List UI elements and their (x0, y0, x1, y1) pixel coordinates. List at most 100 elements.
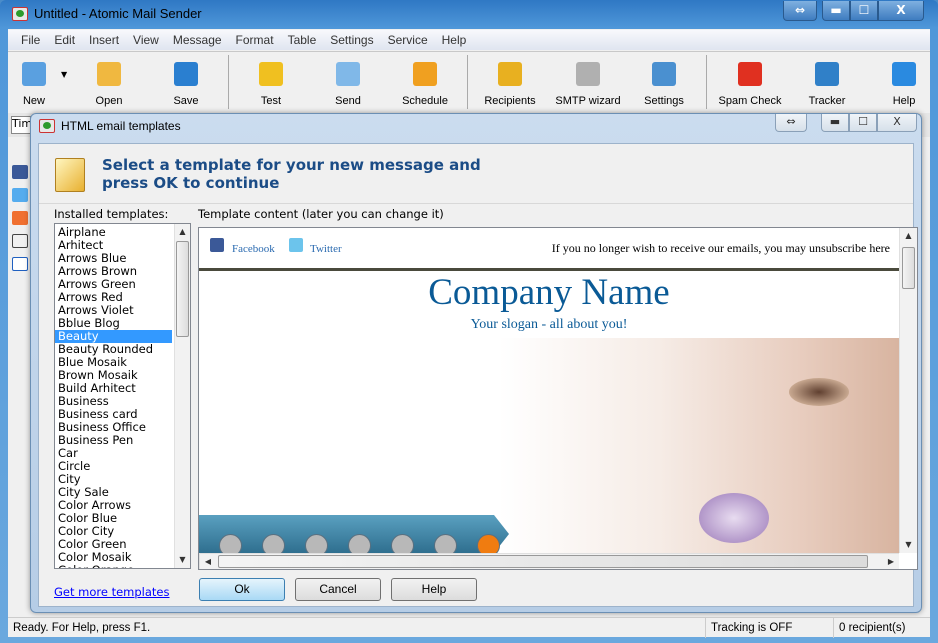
menu-edit[interactable]: Edit (47, 30, 82, 50)
resize-button[interactable]: ⇔ (783, 1, 817, 21)
templates-dialog: HTML email templates ⇔ ▬ ☐ X Select a te… (30, 113, 922, 613)
installed-templates-label: Installed templates: (54, 207, 169, 221)
template-preview: Facebook Twitter If you no longer wish t… (198, 227, 918, 570)
dialog-maximize-button[interactable]: ☐ (849, 114, 877, 132)
toolbar-send-button[interactable]: Send (308, 62, 388, 107)
toolbar-label: Test (260, 95, 282, 107)
code-braces-icon[interactable] (12, 234, 28, 248)
cancel-button[interactable]: Cancel (295, 578, 381, 601)
menu-message[interactable]: Message (166, 30, 229, 50)
preview-hscrollbar[interactable]: ◀ ▶ (199, 553, 899, 569)
dialog-app-icon (39, 119, 55, 133)
toolbar-label: New (22, 95, 45, 107)
toolbar-help-button[interactable]: Help (864, 62, 938, 107)
toolbar-open-button[interactable]: Open (69, 62, 149, 107)
unsubscribe-text[interactable]: If you no longer wish to receive our ema… (552, 241, 890, 256)
twitter-link[interactable]: Twitter (310, 243, 342, 255)
toolbar-new-button[interactable]: New (0, 62, 74, 107)
title-bar: Untitled - Atomic Mail Sender (12, 6, 202, 21)
toolbar-test-button[interactable]: Test (231, 62, 311, 107)
toolbar-save-button[interactable]: Save (146, 62, 226, 107)
dialog-minimize-button[interactable]: ▬ (821, 114, 849, 132)
help-button[interactable]: Help (391, 578, 477, 601)
smtp-server-icon (576, 62, 600, 86)
toolbar-tracker-button[interactable]: Tracker (787, 62, 867, 107)
menu-view[interactable]: View (126, 30, 166, 50)
toolbar-settings-button[interactable]: Settings (624, 62, 704, 107)
slogan: Your slogan - all about you! (470, 317, 628, 332)
preview-vscrollbar[interactable]: ▲ ▼ (899, 228, 917, 553)
template-list-item[interactable]: Color Orange (55, 564, 172, 569)
new-message-icon (22, 62, 46, 86)
google-icon[interactable] (12, 257, 28, 271)
toolbar-spam-check-button[interactable]: Spam Check (710, 62, 790, 107)
dialog-title: HTML email templates (61, 119, 181, 133)
menu-help[interactable]: Help (435, 30, 474, 50)
facebook-link[interactable]: Facebook (232, 243, 275, 255)
ok-button[interactable]: Ok (199, 578, 285, 601)
toolbar-label: Spam Check (718, 95, 782, 107)
open-folder-icon (97, 62, 121, 86)
send-mail-icon (336, 62, 360, 86)
company-name: Company Name (428, 272, 670, 313)
font-select[interactable]: Tim (11, 116, 31, 134)
side-icons (12, 165, 32, 280)
preview-scroll-left[interactable]: ◀ (200, 554, 216, 569)
toolbar-label: Send (335, 95, 361, 107)
dialog-close-button[interactable]: X (877, 114, 917, 132)
toolbar-label: Tracker (808, 95, 846, 107)
window-title: Untitled - Atomic Mail Sender (34, 6, 202, 21)
menu-table[interactable]: Table (281, 30, 324, 50)
minimize-button[interactable]: ▬ (822, 1, 850, 21)
spam-check-icon (738, 62, 762, 86)
dialog-resize-button[interactable]: ⇔ (775, 114, 807, 132)
preview-hscroll-thumb[interactable] (218, 555, 868, 568)
toolbar-smtp-wizard-button[interactable]: SMTP wizard (548, 62, 628, 107)
scroll-down-arrow[interactable]: ▼ (175, 552, 190, 568)
list-scrollbar[interactable]: ▲ ▼ (174, 224, 190, 568)
templates-listbox[interactable]: Airplane Arhitect Arrows Blue Arrows Brown A… (54, 223, 191, 569)
tracking-status: Tracking is OFF (705, 618, 835, 638)
facebook-icon (210, 238, 224, 252)
facebook-icon[interactable] (12, 165, 28, 179)
list-scroll-thumb[interactable] (176, 241, 189, 337)
menu-bar: File Edit Insert View Message Format Table Sett… (8, 30, 930, 50)
recipients-gear-icon (498, 62, 522, 86)
maximize-button[interactable]: ☐ (850, 1, 878, 21)
test-send-icon (259, 62, 283, 86)
toolbar-separator (706, 55, 707, 109)
save-disk-icon (174, 62, 198, 86)
dialog-instruction: Select a template for your new message a… (102, 156, 481, 192)
template-header-icon (55, 158, 85, 192)
preview-scroll-right[interactable]: ▶ (883, 554, 899, 569)
app-icon (12, 6, 28, 21)
scroll-up-arrow[interactable]: ▲ (175, 224, 190, 240)
twitter-icon[interactable] (12, 188, 28, 202)
preview-scroll-down[interactable]: ▼ (900, 537, 917, 553)
status-message: Ready. For Help, press F1. (13, 622, 151, 634)
dialog-title-bar: HTML email templates (39, 119, 181, 133)
twitter-icon (289, 238, 303, 252)
close-button[interactable]: X (878, 1, 924, 21)
toolbar-separator (467, 55, 468, 109)
preview-scroll-up[interactable]: ▲ (900, 228, 917, 244)
toolbar-recipients-button[interactable]: Recipients (470, 62, 550, 107)
toolbar-label: Schedule (402, 95, 448, 107)
settings-gear-icon (652, 62, 676, 86)
menu-file[interactable]: File (14, 30, 47, 50)
toolbar-label: SMTP wizard (555, 95, 621, 107)
toolbar-separator (228, 55, 229, 109)
toolbar-label: Open (95, 95, 123, 107)
menu-settings[interactable]: Settings (323, 30, 380, 50)
toolbar-schedule-button[interactable]: Schedule (385, 62, 465, 107)
toolbar-label: Help (892, 95, 916, 107)
help-question-icon (892, 62, 916, 86)
mail-icon[interactable] (12, 211, 28, 225)
menu-service[interactable]: Service (381, 30, 435, 50)
get-more-templates-link[interactable]: Get more templates (54, 585, 170, 599)
menu-format[interactable]: Format (229, 30, 281, 50)
menu-insert[interactable]: Insert (82, 30, 126, 50)
new-dropdown-arrow[interactable]: ▼ (61, 70, 67, 79)
preview-vscroll-thumb[interactable] (902, 247, 915, 289)
status-bar: Ready. For Help, press F1. Tracking is O… (8, 617, 930, 638)
